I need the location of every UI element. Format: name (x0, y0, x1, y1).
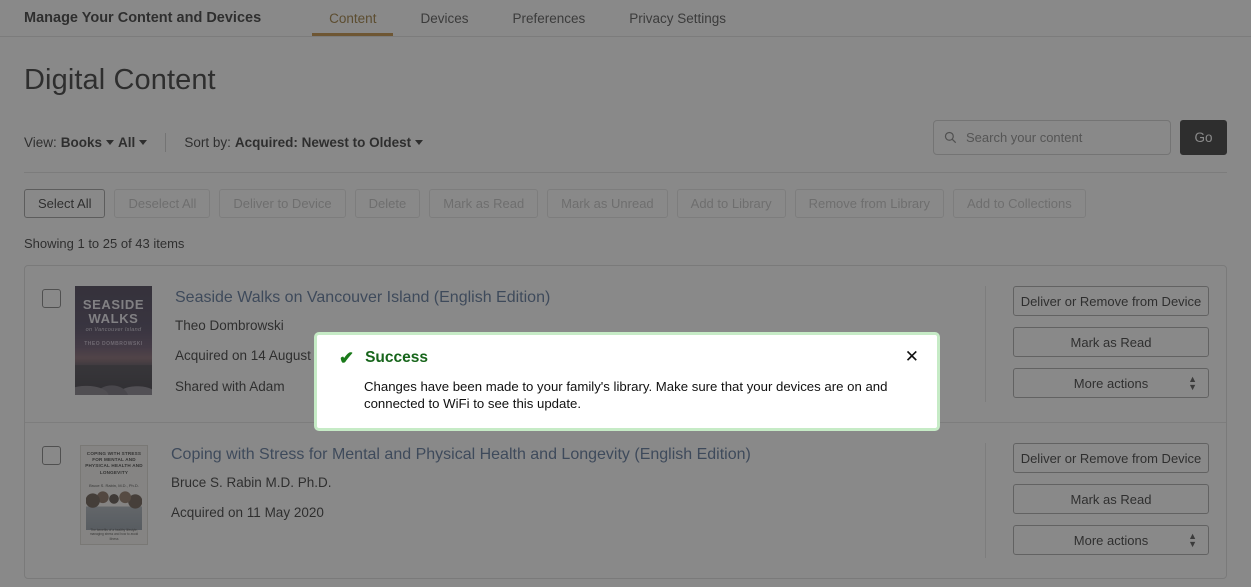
dialog-message: Changes have been made to your family's … (364, 379, 888, 411)
modal-overlay[interactable] (0, 0, 1251, 587)
check-icon: ✔ (339, 348, 355, 368)
dialog-title: Success (365, 349, 429, 366)
close-icon[interactable]: ✕ (901, 346, 923, 367)
success-dialog: ✕ ✔ Success Changes have been made to yo… (314, 332, 940, 431)
dialog-header: ✔ Success (339, 349, 919, 367)
